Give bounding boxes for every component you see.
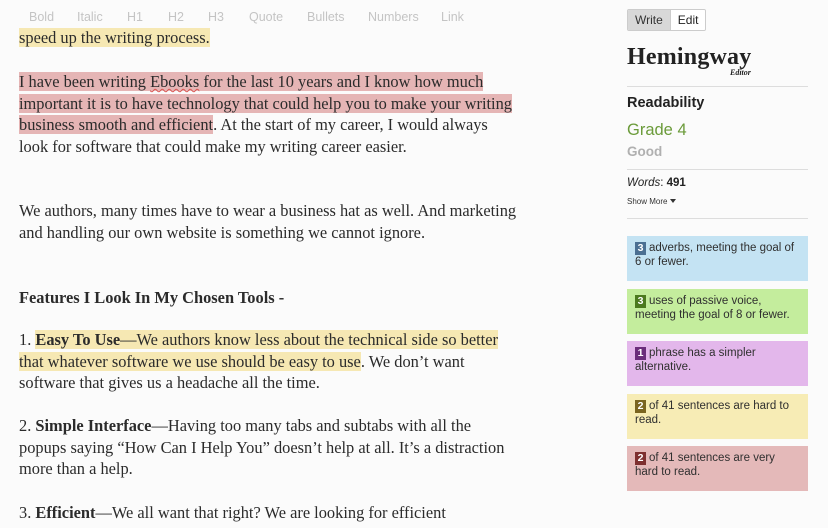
edit-mode-button[interactable]: Edit: [669, 10, 706, 30]
item-title: Efficient: [35, 503, 96, 522]
list-number: 2.: [19, 416, 36, 435]
word-count-value: 491: [666, 177, 686, 189]
paragraph-intro: I have been writing Ebooks for the last …: [19, 71, 519, 157]
list-number: 1.: [19, 330, 36, 349]
divider: [627, 218, 808, 219]
paragraph-partial-top: speed up the writing process.: [19, 27, 519, 49]
spelling-error-word: Ebooks: [150, 72, 200, 91]
caret-down-icon: [670, 199, 677, 203]
paragraph-authors: We authors, many times have to wear a bu…: [19, 201, 517, 242]
adverbs-card[interactable]: 3 adverbs, meeting the goal of 6 or fewer…: [627, 236, 808, 281]
simpler-count-badge: 1: [635, 347, 646, 360]
hard-to-read-card[interactable]: 2 of 41 sentences are hard to read.: [627, 394, 808, 439]
list-item-easy-to-use: 1. Easy To Use—We authors know less abou…: [19, 329, 519, 394]
show-more-toggle[interactable]: Show More: [627, 197, 677, 206]
very-hard-count-badge: 2: [635, 452, 646, 465]
divider: [627, 86, 808, 87]
adverbs-card-text: adverbs, meeting the goal of 6 or fewer.: [635, 242, 795, 268]
logo-title: Hemingway: [627, 44, 752, 70]
list-item-efficient: 3. Efficient—We all want that right? We …: [19, 502, 519, 524]
list-number: 3.: [19, 503, 36, 522]
readability-label: Readability: [627, 95, 705, 111]
item-title: Easy To Use: [35, 330, 121, 349]
item-title: Simple Interface: [35, 416, 152, 435]
passive-card-text: uses of passive voice, meeting the goal …: [635, 295, 790, 321]
plain-text: —We all want that right? We are looking …: [95, 503, 446, 522]
simpler-alternative-card[interactable]: 1 phrase has a simpler alternative.: [627, 341, 808, 386]
divider: [627, 169, 808, 170]
hard-card-text: of 41 sentences are hard to read.: [635, 400, 790, 426]
editor-area[interactable]: speed up the writing process. I have bee…: [19, 18, 519, 528]
list-item-simple-interface: 2. Simple Interface—Having too many tabs…: [19, 415, 519, 480]
highlight-text: I have been writing: [19, 72, 151, 91]
word-count: Words: 491: [627, 177, 686, 189]
features-heading: Features I Look In My Chosen Tools -: [19, 288, 285, 307]
word-count-label: Words: [627, 177, 661, 189]
write-mode-button[interactable]: Write: [628, 10, 670, 30]
hard-count-badge: 2: [635, 400, 646, 413]
grade-description: Good: [627, 144, 663, 159]
simpler-card-text: phrase has a simpler alternative.: [635, 347, 756, 373]
mode-toggle: Write Edit: [627, 9, 707, 31]
logo-subtitle: Editor: [730, 68, 751, 77]
passive-voice-card[interactable]: 3 uses of passive voice, meeting the goal…: [627, 289, 808, 334]
passive-count-badge: 3: [635, 295, 646, 308]
grade-level: Grade 4: [627, 121, 687, 139]
show-more-label: Show More: [627, 197, 668, 206]
very-hard-to-read-card[interactable]: 2 of 41 sentences are very hard to read.: [627, 446, 808, 491]
very-hard-card-text: of 41 sentences are very hard to read.: [635, 452, 775, 478]
hard-sentence-highlight: speed up the writing process.: [19, 28, 210, 47]
hemingway-logo: Hemingway Editor: [627, 44, 767, 80]
sidebar: Write Edit Hemingway Editor Readability …: [627, 0, 828, 528]
adverbs-count-badge: 3: [635, 242, 646, 255]
